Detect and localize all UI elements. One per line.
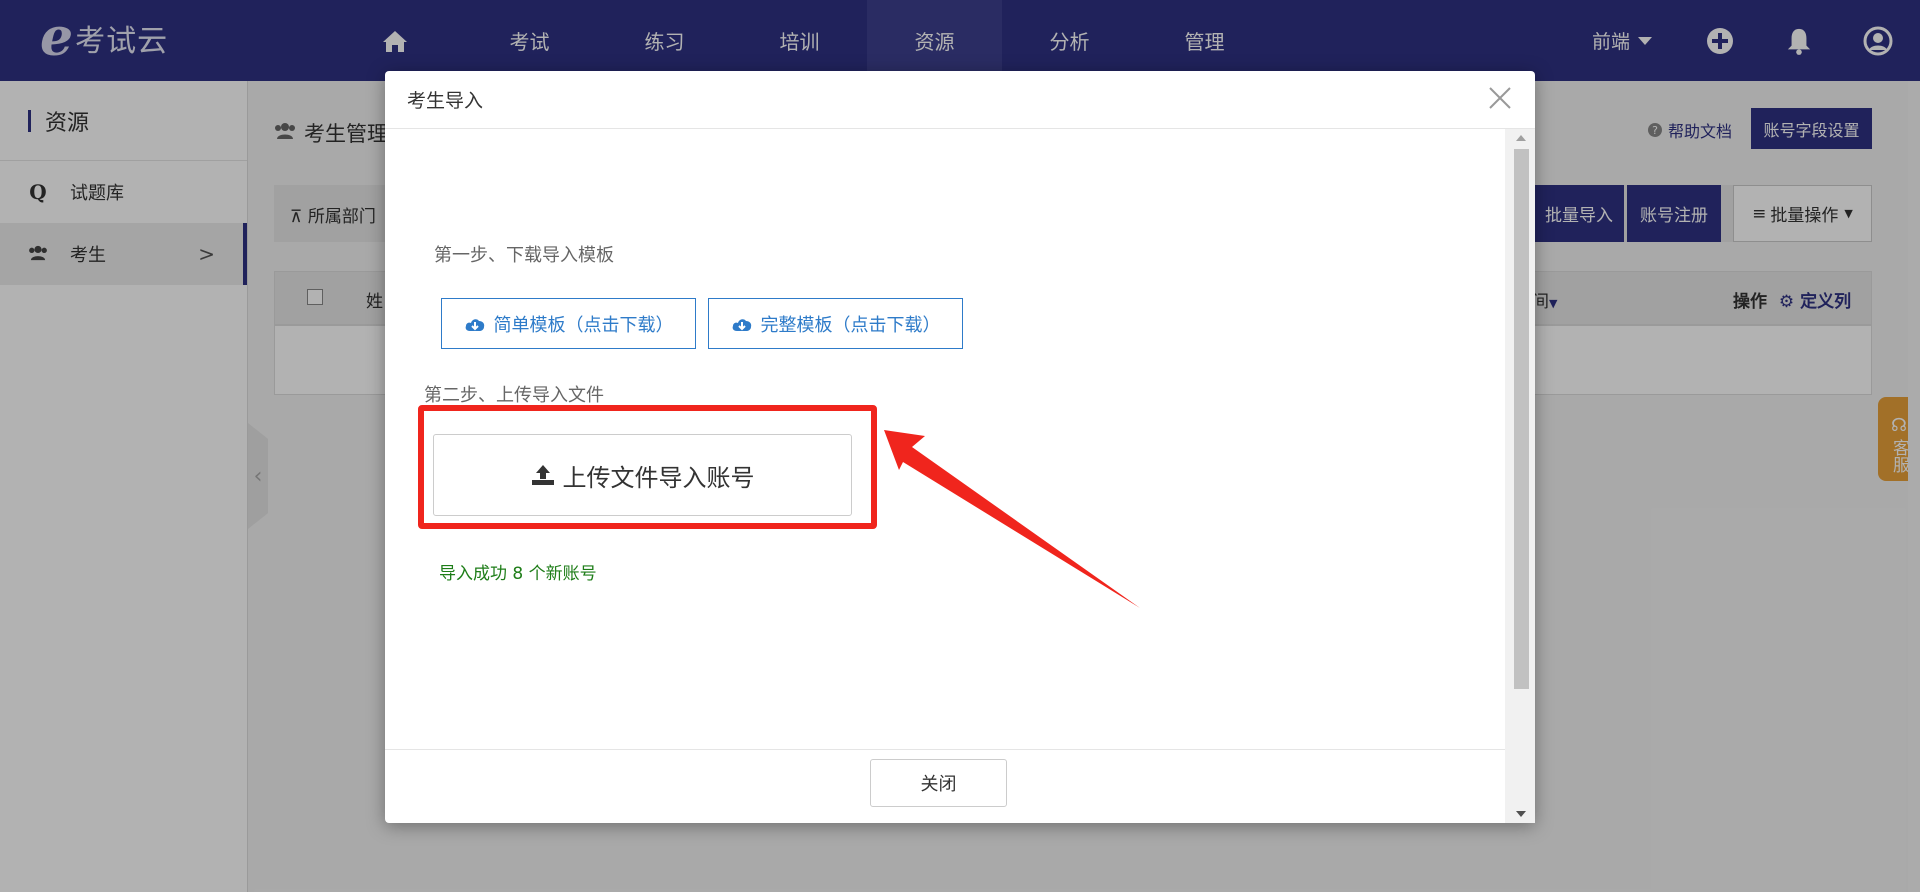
modal-scrollbar[interactable] (1505, 129, 1535, 823)
scroll-down-arrow[interactable] (1516, 811, 1526, 817)
close-button[interactable]: 关闭 (870, 759, 1007, 807)
step2-label: 第二步、上传导入文件 (424, 385, 604, 406)
cloud-download-icon (732, 318, 751, 331)
step1-label: 第一步、下载导入模板 (434, 245, 614, 266)
full-template-button[interactable]: 完整模板（点击下载） (708, 298, 963, 349)
import-success-message: 导入成功 8 个新账号 (439, 564, 597, 584)
close-icon[interactable] (1485, 83, 1515, 113)
modal-header: 考生导入 (385, 71, 1535, 129)
simple-template-button[interactable]: 简单模板（点击下载） (441, 298, 696, 349)
import-modal: 考生导入 第一步、下载导入模板 简单模板（点击下载） 完整模板（点击下载） 第二… (385, 71, 1535, 823)
simple-template-label: 简单模板（点击下载） (493, 314, 674, 336)
modal-title: 考生导入 (407, 90, 484, 112)
upload-file-button[interactable]: 上传文件导入账号 (433, 434, 852, 516)
scroll-thumb[interactable] (1514, 149, 1529, 689)
modal-body: 第一步、下载导入模板 简单模板（点击下载） 完整模板（点击下载） 第二步、上传导… (385, 129, 1505, 749)
upload-icon (531, 465, 554, 485)
upload-file-label: 上传文件导入账号 (562, 463, 755, 492)
cloud-download-icon (465, 318, 484, 331)
full-template-label: 完整模板（点击下载） (760, 314, 941, 336)
scroll-up-arrow[interactable] (1516, 135, 1526, 141)
